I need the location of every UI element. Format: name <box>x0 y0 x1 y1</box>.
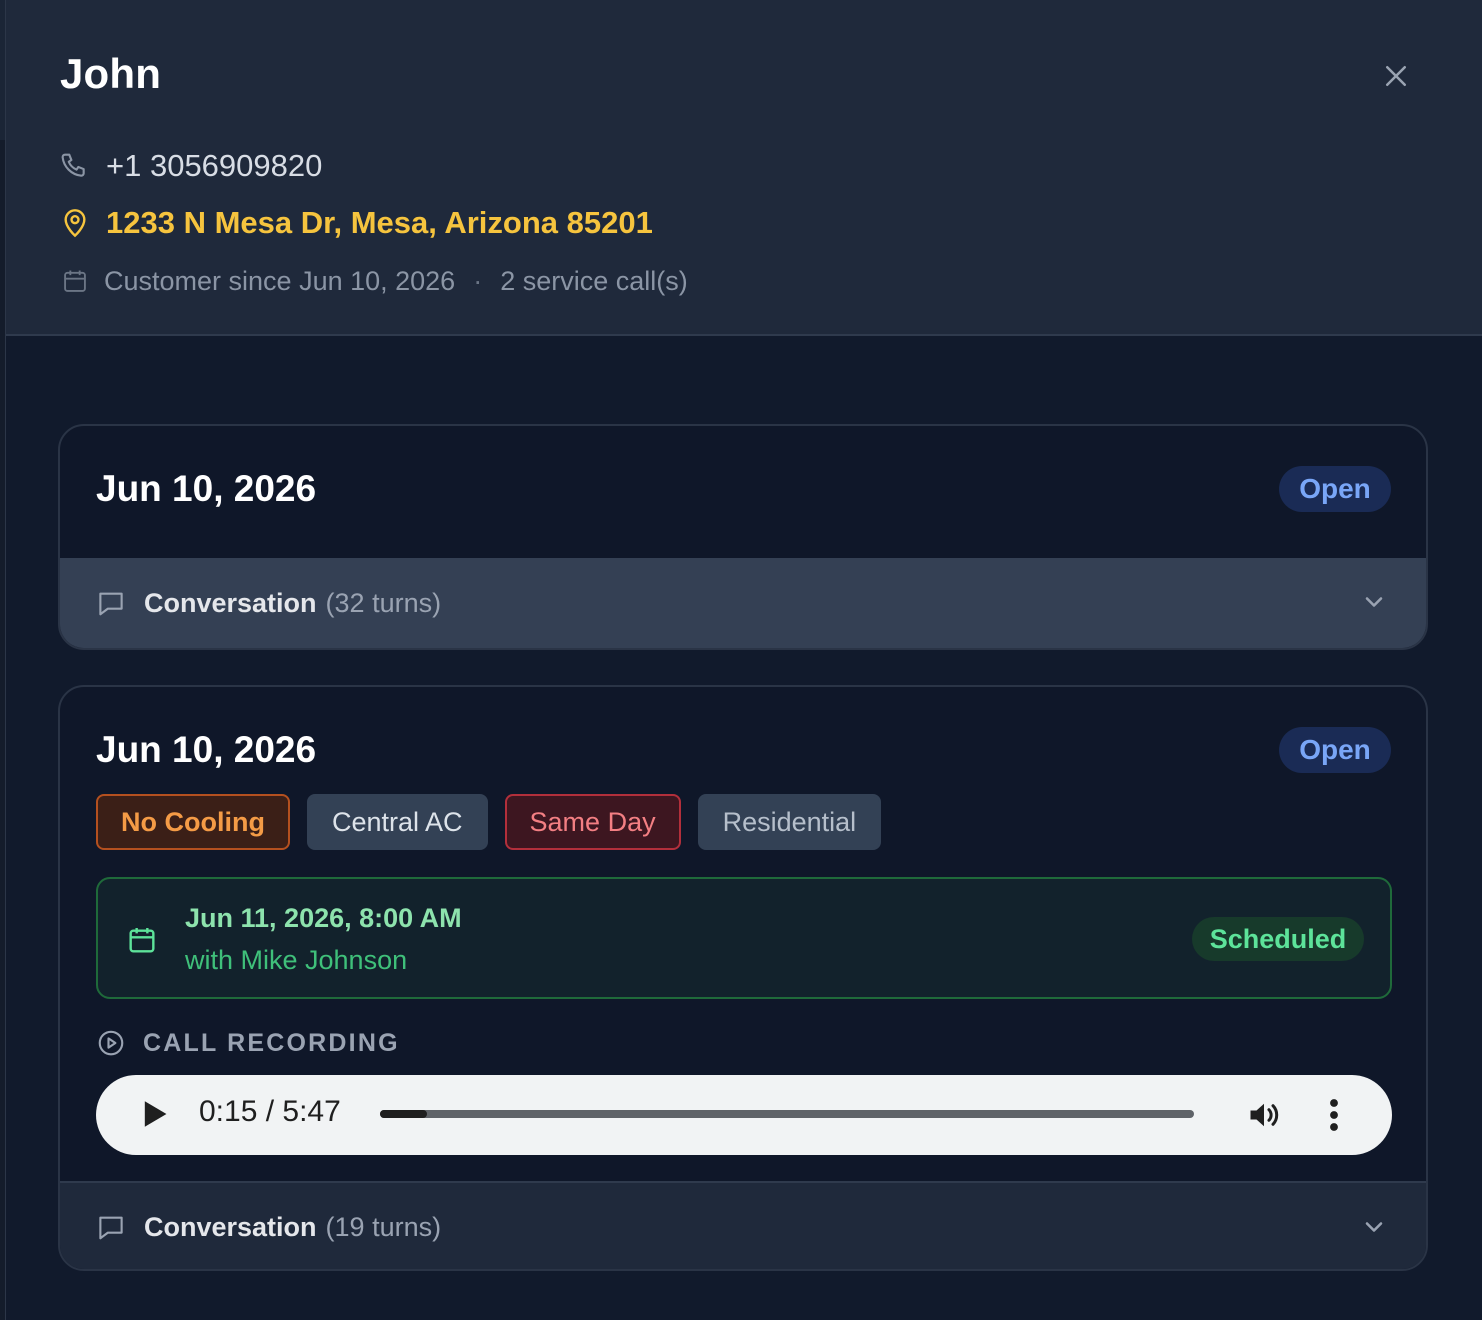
customer-since: Customer since Jun 10, 2026 <box>104 265 456 296</box>
service-call-count: 2 service call(s) <box>500 265 688 296</box>
appointment-status-badge: Scheduled <box>1192 917 1364 961</box>
appointment-technician: with Mike Johnson <box>185 945 408 975</box>
progress-slider[interactable] <box>380 1110 1194 1118</box>
conversation-toggle[interactable]: Conversation (19 turns) <box>60 1181 1426 1269</box>
conversation-toggle[interactable]: Conversation (32 turns) <box>60 558 1426 648</box>
service-call-card: Jun 10, 2026 Open Conversation (32 turns… <box>58 424 1428 650</box>
customer-address[interactable]: 1233 N Mesa Dr, Mesa, Arizona 85201 <box>106 205 653 241</box>
tag-list: No Cooling Central AC Same Day Residenti… <box>96 794 882 850</box>
playback-time: 0:15 / 5:47 <box>199 1095 341 1128</box>
chat-bubble-icon <box>99 592 123 616</box>
tag-central-ac: Central AC <box>306 794 488 850</box>
calendar-icon <box>58 264 92 298</box>
play-icon[interactable] <box>142 1100 168 1128</box>
play-circle-icon <box>98 1030 124 1056</box>
conversation-turn-count: (32 turns) <box>325 587 442 618</box>
service-call-card: Jun 10, 2026 Open No Cooling Central AC … <box>58 685 1428 1271</box>
call-recording-label: CALL RECORDING <box>143 1028 400 1057</box>
conversation-label: Conversation <box>144 1211 317 1242</box>
calendar-icon <box>129 928 155 953</box>
phone-icon <box>58 149 92 183</box>
service-call-date: Jun 10, 2026 <box>96 468 317 509</box>
status-badge: Open <box>1279 727 1391 773</box>
customer-since-row: Customer since Jun 10, 2026 · 2 service … <box>58 264 688 298</box>
chevron-down-icon <box>1365 1222 1383 1232</box>
chevron-down-icon <box>1365 597 1383 607</box>
customer-phone[interactable]: +1 3056909820 <box>106 148 322 184</box>
tag-residential: Residential <box>697 794 882 850</box>
map-pin-icon <box>58 206 92 240</box>
volume-icon[interactable] <box>1244 1097 1284 1133</box>
appointment-datetime: Jun 11, 2026, 8:00 AM <box>185 903 462 933</box>
tag-same-day: Same Day <box>504 794 681 850</box>
conversation-label: Conversation <box>144 587 317 618</box>
customer-header: John +1 3056909820 1233 N Mesa Dr, Mesa, <box>6 0 1482 336</box>
status-badge: Open <box>1279 466 1391 512</box>
progress-fill <box>380 1110 427 1118</box>
address-row: 1233 N Mesa Dr, Mesa, Arizona 85201 <box>58 205 653 241</box>
phone-row: +1 3056909820 <box>58 148 322 184</box>
more-vertical-icon[interactable] <box>1322 1097 1346 1133</box>
customer-name: John <box>60 50 162 97</box>
customer-detail-panel: John +1 3056909820 1233 N Mesa Dr, Mesa, <box>6 0 1482 1320</box>
audio-player: 0:15 / 5:47 <box>96 1075 1392 1155</box>
close-button[interactable] <box>1378 58 1414 94</box>
tag-no-cooling: No Cooling <box>96 794 290 850</box>
conversation-turn-count: (19 turns) <box>325 1211 442 1242</box>
separator-dot: · <box>473 265 483 296</box>
chat-bubble-icon <box>99 1216 123 1240</box>
service-call-date: Jun 10, 2026 <box>96 729 317 770</box>
appointment-card: Jun 11, 2026, 8:00 AM with Mike Johnson … <box>96 877 1392 999</box>
call-recording-heading: CALL RECORDING <box>96 1028 400 1058</box>
close-icon <box>1386 66 1406 86</box>
